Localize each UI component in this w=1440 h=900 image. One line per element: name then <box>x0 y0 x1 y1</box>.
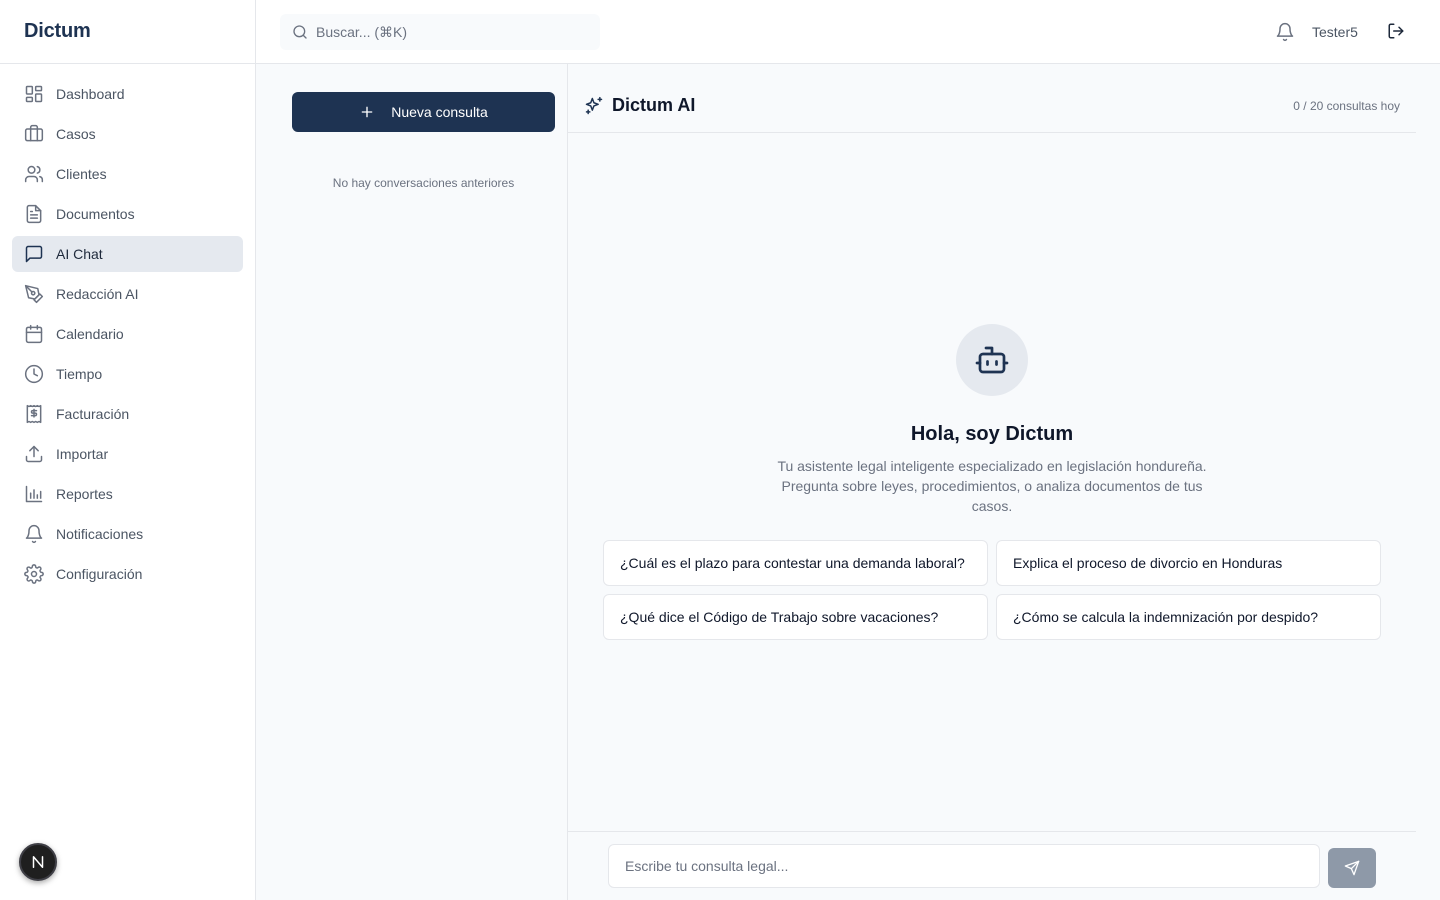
suggestion-button[interactable]: ¿Cómo se calcula la indemnización por de… <box>996 594 1381 640</box>
sidebar-item-label: Dashboard <box>56 86 125 102</box>
top-header: Tester5 <box>256 0 1440 64</box>
search-icon <box>292 24 308 40</box>
brand-logo[interactable]: Dictum <box>0 0 255 64</box>
sidebar-item-clientes[interactable]: Clientes <box>12 156 243 192</box>
empty-conversations-text: No hay conversaciones anteriores <box>332 176 515 190</box>
sidebar-item-label: Redacción AI <box>56 286 139 302</box>
new-consulta-label: Nueva consulta <box>391 104 488 120</box>
search-input[interactable] <box>316 24 576 40</box>
sidebar-item-label: Documentos <box>56 206 135 222</box>
settings-icon <box>24 564 44 584</box>
calendar-icon <box>24 324 44 344</box>
sidebar-item-label: Notificaciones <box>56 526 144 542</box>
message-input[interactable] <box>608 844 1320 888</box>
notifications-bell-icon[interactable] <box>1275 22 1295 42</box>
clock-icon <box>24 364 44 384</box>
suggestion-button[interactable]: ¿Cuál es el plazo para contestar una dem… <box>603 540 988 586</box>
sidebar-item-reportes[interactable]: Reportes <box>12 476 243 512</box>
sidebar-item-label: Clientes <box>56 166 107 182</box>
briefcase-icon <box>24 124 44 144</box>
bot-avatar <box>956 324 1028 396</box>
chat-title: Dictum AI <box>612 95 696 115</box>
new-consulta-button[interactable]: Nueva consulta <box>292 92 555 132</box>
sidebar-item-label: Calendario <box>56 326 124 342</box>
conversations-panel: Nueva consulta No hay conversaciones ant… <box>256 64 568 900</box>
sidebar-item-label: Casos <box>56 126 96 142</box>
dev-tools-badge[interactable] <box>19 843 57 881</box>
sidebar-item-documentos[interactable]: Documentos <box>12 196 243 232</box>
sidebar-item-ai-chat[interactable]: AI Chat <box>12 236 243 272</box>
upload-icon <box>24 444 44 464</box>
suggestion-button[interactable]: Explica el proceso de divorcio en Hondur… <box>996 540 1381 586</box>
send-button[interactable] <box>1328 848 1376 888</box>
bar-chart-icon <box>24 484 44 504</box>
sidebar-item-facturacion[interactable]: Facturación <box>12 396 243 432</box>
sidebar-item-label: Importar <box>56 446 109 462</box>
sidebar-item-label: AI Chat <box>56 246 103 262</box>
quota-counter: 0 / 20 consultas hoy <box>1293 99 1400 113</box>
sparkles-icon <box>584 96 604 116</box>
sidebar: Dictum Dashboard Casos Clientes Document… <box>0 0 256 900</box>
pen-tool-icon <box>24 284 44 304</box>
sidebar-item-notificaciones[interactable]: Notificaciones <box>12 516 243 552</box>
bell-icon <box>24 524 44 544</box>
intro-text: Tu asistente legal inteligente especiali… <box>777 458 1207 514</box>
sidebar-item-casos[interactable]: Casos <box>12 116 243 152</box>
file-text-icon <box>24 204 44 224</box>
bot-icon <box>974 342 1010 378</box>
send-icon <box>1344 860 1360 876</box>
greeting-heading: Hola, soy Dictum <box>910 423 1074 445</box>
sidebar-item-label: Configuración <box>56 566 143 582</box>
chat-panel: Dictum AI 0 / 20 consultas hoy Hola, soy… <box>568 80 1416 900</box>
n-logo-icon <box>32 856 44 868</box>
sidebar-item-importar[interactable]: Importar <box>12 436 243 472</box>
logout-icon[interactable] <box>1387 22 1405 40</box>
plus-icon <box>359 104 375 120</box>
sidebar-item-label: Tiempo <box>56 366 103 382</box>
suggestion-button[interactable]: ¿Qué dice el Código de Trabajo sobre vac… <box>603 594 988 640</box>
sidebar-nav: Dashboard Casos Clientes Documentos AI C… <box>0 64 255 608</box>
sidebar-item-calendario[interactable]: Calendario <box>12 316 243 352</box>
sidebar-item-label: Reportes <box>56 486 113 502</box>
sidebar-item-configuracion[interactable]: Configuración <box>12 556 243 592</box>
sidebar-item-redaccion-ai[interactable]: Redacción AI <box>12 276 243 312</box>
sidebar-item-tiempo[interactable]: Tiempo <box>12 356 243 392</box>
receipt-icon <box>24 404 44 424</box>
sidebar-item-dashboard[interactable]: Dashboard <box>12 76 243 112</box>
search-bar[interactable] <box>280 14 600 50</box>
message-square-icon <box>24 244 44 264</box>
username[interactable]: Tester5 <box>1312 24 1358 40</box>
chat-header: Dictum AI 0 / 20 consultas hoy <box>568 80 1416 133</box>
message-composer <box>568 831 1416 900</box>
dashboard-icon <box>24 84 44 104</box>
users-icon <box>24 164 44 184</box>
sidebar-item-label: Facturación <box>56 406 130 422</box>
